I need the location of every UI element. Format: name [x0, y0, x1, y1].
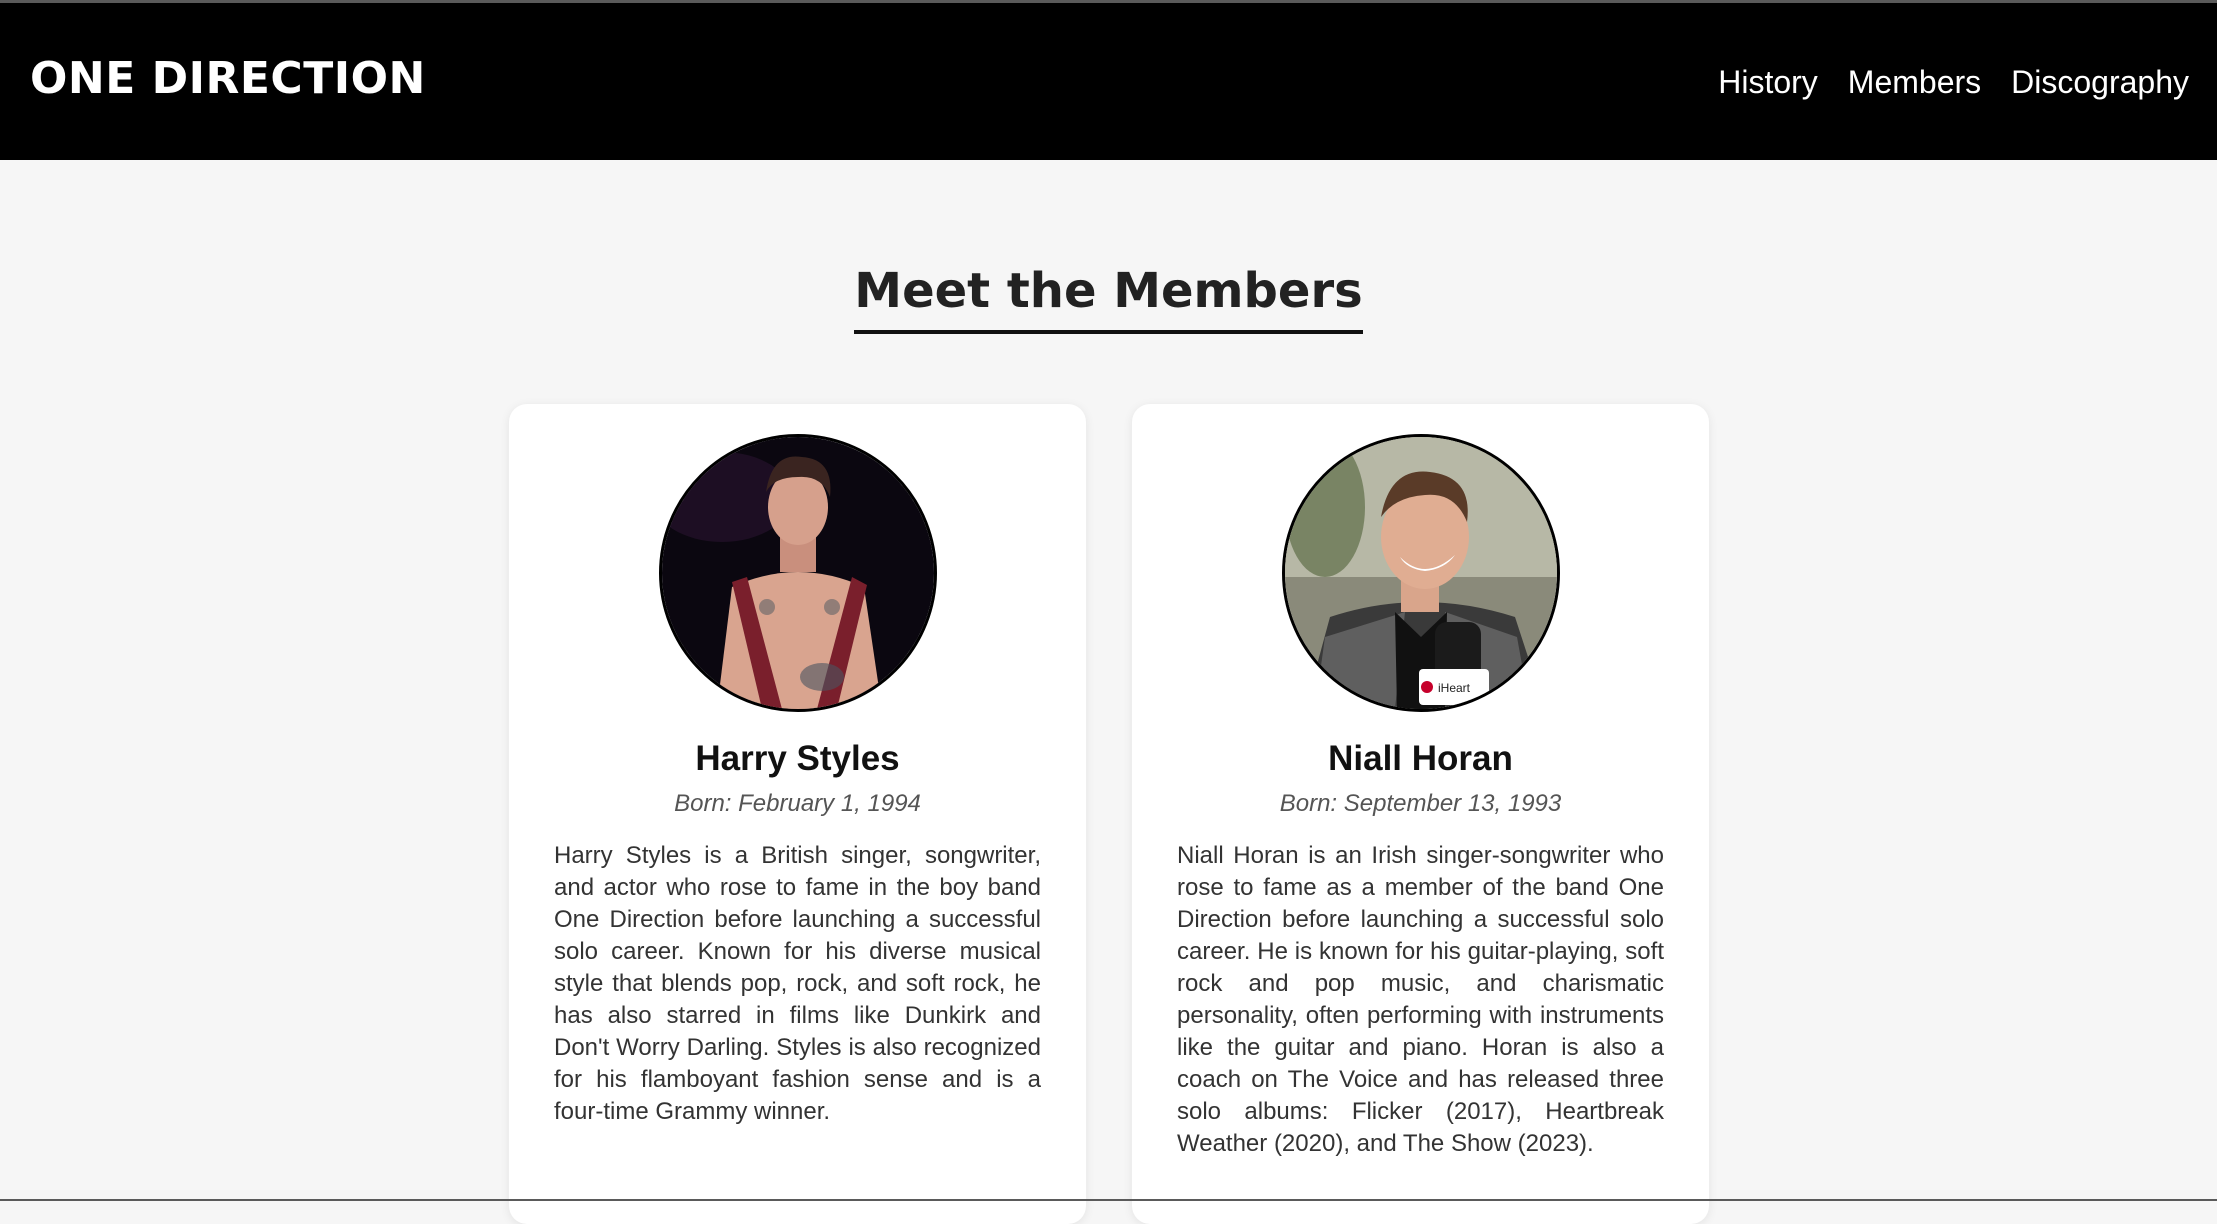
member-bio: Niall Horan is an Irish singer-songwrite…	[1177, 842, 1664, 1157]
nav-history-link[interactable]: History	[1718, 66, 1818, 98]
main-nav: History Members Discography	[1718, 66, 2189, 98]
member-birthdate: Born: February 1, 1994	[674, 790, 921, 817]
member-birthdate: Born: September 13, 1993	[1279, 790, 1562, 817]
member-card-niall: iHeart Niall Horan Born: September 13, 1…	[1132, 404, 1709, 1224]
niall-horan-photo: iHeart	[1282, 434, 1560, 712]
iheart-badge-text: iHeart	[1438, 681, 1471, 695]
nav-members-link[interactable]: Members	[1848, 66, 1981, 98]
member-bio: Harry Styles is a British singer, songwr…	[554, 842, 1041, 1125]
site-logo[interactable]: ONE DIRECTION	[30, 57, 426, 101]
harry-styles-photo	[659, 434, 937, 712]
page-title: Meet the Members	[854, 265, 1363, 334]
member-card-harry: Harry Styles Born: February 1, 1994 Harr…	[509, 404, 1086, 1224]
site-header: ONE DIRECTION History Members Discograph…	[0, 3, 2217, 160]
nav-discography-link[interactable]: Discography	[2011, 66, 2189, 98]
members-section-header: Meet the Members	[0, 265, 2217, 334]
member-name: Niall Horan	[1328, 739, 1513, 778]
member-name: Harry Styles	[695, 739, 900, 778]
